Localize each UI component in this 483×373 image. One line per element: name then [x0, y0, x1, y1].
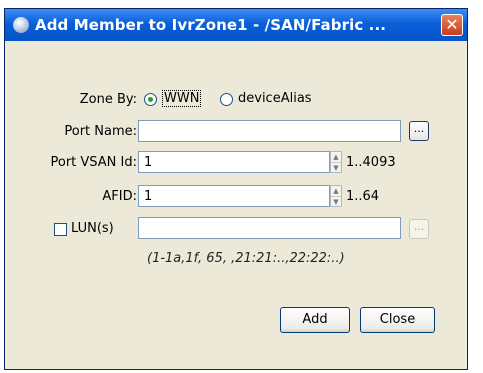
radio-wwn[interactable] — [144, 93, 157, 106]
lun-input[interactable] — [138, 217, 401, 239]
radio-wwn-label[interactable]: WWN — [161, 90, 202, 107]
lun-format-hint: (1-1a,1f, 65, ,21:21:..,22:22:..) — [147, 251, 345, 266]
spinner-down-icon[interactable]: ▼ — [331, 197, 341, 207]
title-bar[interactable]: Add Member to IvrZone1 - /SAN/Fabric ...… — [5, 9, 467, 41]
port-name-browse-button[interactable]: ... — [409, 121, 429, 141]
radio-devicealias[interactable] — [220, 93, 233, 106]
dialog-window: Add Member to IvrZone1 - /SAN/Fabric ...… — [4, 8, 468, 370]
close-button[interactable]: Close — [360, 307, 435, 333]
afid-input[interactable]: 1 — [138, 185, 330, 207]
port-vsan-label: Port VSAN Id: — [50, 155, 137, 170]
port-vsan-input[interactable]: 1 — [138, 151, 330, 173]
afid-label: AFID: — [102, 189, 137, 204]
spinner-up-icon[interactable]: ▲ — [331, 152, 341, 163]
lun-browse-button[interactable]: ... — [409, 219, 429, 239]
radio-selected-dot — [148, 97, 153, 102]
port-name-label: Port Name: — [64, 124, 137, 139]
lun-checkbox[interactable] — [54, 223, 67, 236]
dialog-title: Add Member to IvrZone1 - /SAN/Fabric ... — [35, 16, 387, 34]
port-vsan-spinner[interactable]: ▲ ▼ — [330, 151, 342, 173]
radio-devicealias-label[interactable]: deviceAlias — [238, 91, 312, 106]
zone-by-label: Zone By: — [79, 92, 137, 107]
afid-range: 1..64 — [346, 189, 380, 204]
app-icon — [13, 17, 29, 33]
close-icon: ✕ — [445, 15, 459, 34]
spinner-down-icon[interactable]: ▼ — [331, 163, 341, 173]
port-name-input[interactable] — [138, 120, 401, 142]
add-button[interactable]: Add — [280, 307, 350, 333]
close-window-button[interactable]: ✕ — [441, 14, 463, 36]
afid-spinner[interactable]: ▲ ▼ — [330, 185, 342, 207]
lun-label[interactable]: LUN(s) — [71, 221, 114, 236]
port-vsan-range: 1..4093 — [346, 155, 396, 170]
spinner-up-icon[interactable]: ▲ — [331, 186, 341, 197]
